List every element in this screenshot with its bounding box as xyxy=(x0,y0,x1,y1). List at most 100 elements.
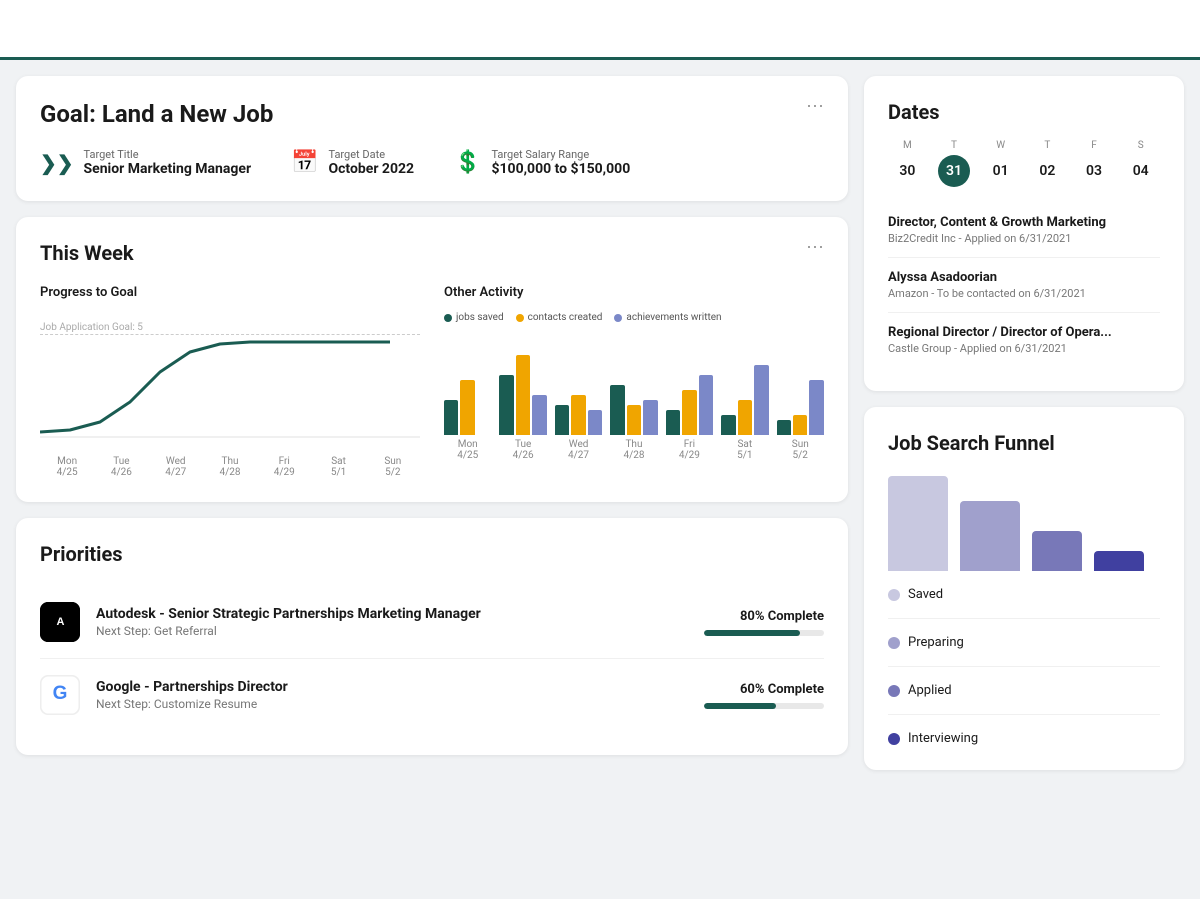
top-bar xyxy=(0,0,1200,60)
google-next-step: Next Step: Customize Resume xyxy=(96,697,688,711)
cal-day-fri: F 03 xyxy=(1075,140,1114,187)
funnel-legend: Saved Preparing Applied Interviewing xyxy=(888,587,1160,746)
target-title-item: ❯❯ Target Title Senior Marketing Manager xyxy=(40,148,251,177)
svg-text:G: G xyxy=(53,683,68,704)
bar-group-wed xyxy=(555,395,602,435)
cal-day-thu: T 02 xyxy=(1028,140,1067,187)
bar-mon-jobs xyxy=(444,400,458,435)
bar-sun-contacts xyxy=(793,415,807,435)
autodesk-progress-bar-fill xyxy=(704,630,800,636)
google-progress-label: 60% Complete xyxy=(704,682,824,697)
google-logo: G xyxy=(40,675,80,715)
x-label-wed: Wed4/27 xyxy=(149,456,203,478)
bar-tue-achievements xyxy=(532,395,546,435)
date-event-3: Regional Director / Director of Opera...… xyxy=(888,313,1160,367)
bar-group-mon xyxy=(444,380,491,435)
date-event-3-sub: Castle Group - Applied on 6/31/2021 xyxy=(888,342,1160,355)
achievements-dot xyxy=(614,314,622,322)
line-chart-x-labels: Mon4/25 Tue4/26 Wed4/27 Thu4/28 Fri4/29 … xyxy=(40,456,420,478)
bar-tue-jobs xyxy=(499,375,513,435)
achievements-label: achievements written xyxy=(626,312,721,323)
cal-day-wed: W 01 xyxy=(981,140,1020,187)
bar-x-mon: Mon4/25 xyxy=(444,439,491,461)
salary-icon: 💲 xyxy=(454,150,481,175)
google-progress-bar-bg xyxy=(704,703,824,709)
funnel-label-applied: Applied xyxy=(908,683,952,698)
funnel-title: Job Search Funnel xyxy=(888,431,1160,455)
target-salary-value: $100,000 to $150,000 xyxy=(491,161,630,177)
date-event-2: Alyssa Asadoorian Amazon - To be contact… xyxy=(888,258,1160,313)
jobs-saved-label: jobs saved xyxy=(456,312,504,323)
contacts-created-dot xyxy=(516,314,524,322)
bar-x-sat: Sat5/1 xyxy=(721,439,768,461)
date-event-2-title: Alyssa Asadoorian xyxy=(888,270,1160,285)
bar-thu-achievements xyxy=(643,400,657,435)
funnel-bar-interviewing xyxy=(1094,551,1144,571)
goal-dashed-line xyxy=(40,334,420,335)
bar-sun-achievements xyxy=(809,380,823,435)
funnel-legend-interviewing: Interviewing xyxy=(888,731,1160,746)
funnel-dot-preparing xyxy=(888,637,900,649)
date-event-1-sub: Biz2Credit Inc - Applied on 6/31/2021 xyxy=(888,232,1160,245)
funnel-legend-applied: Applied xyxy=(888,683,1160,698)
google-progress: 60% Complete xyxy=(704,682,824,709)
charts-row: Progress to Goal Job Application Goal: 5… xyxy=(40,285,824,478)
bar-wed-jobs xyxy=(555,405,569,435)
bar-fri-jobs xyxy=(666,410,680,435)
dates-card: Dates M 30 T 31 W 01 T 02 xyxy=(864,76,1184,391)
goal-meta: ❯❯ Target Title Senior Marketing Manager… xyxy=(40,148,824,177)
bar-wed-contacts xyxy=(571,395,585,435)
target-salary-item: 💲 Target Salary Range $100,000 to $150,0… xyxy=(454,148,630,177)
legend-contacts-created: contacts created xyxy=(516,312,603,323)
dates-title: Dates xyxy=(888,100,1160,124)
goal-card: Goal: Land a New Job ⋯ ❯❯ Target Title S… xyxy=(16,76,848,201)
priorities-title: Priorities xyxy=(40,542,824,566)
bar-chart-container xyxy=(444,335,824,435)
jobs-saved-dot xyxy=(444,314,452,322)
funnel-label-saved: Saved xyxy=(908,587,943,602)
x-label-sat: Sat5/1 xyxy=(311,456,365,478)
funnel-bars xyxy=(888,471,1160,571)
bar-thu-jobs xyxy=(610,385,624,435)
cal-day-tue[interactable]: T 31 xyxy=(935,140,974,187)
funnel-divider-2 xyxy=(888,666,1160,667)
target-date-label: Target Date xyxy=(328,148,414,161)
cal-day-sat: S 04 xyxy=(1121,140,1160,187)
x-label-fri: Fri4/29 xyxy=(257,456,311,478)
funnel-bar-applied xyxy=(1032,531,1082,571)
priority-item-autodesk: A Autodesk - Senior Strategic Partnershi… xyxy=(40,586,824,659)
autodesk-job-title: Autodesk - Senior Strategic Partnerships… xyxy=(96,606,688,622)
autodesk-progress-bar-bg xyxy=(704,630,824,636)
autodesk-progress: 80% Complete xyxy=(704,609,824,636)
target-title-label: Target Title xyxy=(84,148,252,161)
bar-fri-contacts xyxy=(682,390,696,435)
bar-group-fri xyxy=(666,375,713,435)
funnel-dot-saved xyxy=(888,589,900,601)
bar-x-wed: Wed4/27 xyxy=(555,439,602,461)
calendar-row: M 30 T 31 W 01 T 02 F 03 xyxy=(888,140,1160,187)
google-progress-bar-fill xyxy=(704,703,776,709)
goal-menu-button[interactable]: ⋯ xyxy=(806,96,824,117)
priority-item-google: G Google - Partnerships Director Next St… xyxy=(40,659,824,731)
goal-line-label: Job Application Goal: 5 xyxy=(40,322,143,333)
autodesk-next-step: Next Step: Get Referral xyxy=(96,624,688,638)
google-job-title: Google - Partnerships Director xyxy=(96,679,688,695)
chevron-right-icon: ❯❯ xyxy=(40,151,74,175)
legend-achievements: achievements written xyxy=(614,312,721,323)
svg-text:A: A xyxy=(57,616,65,628)
bar-sat-jobs xyxy=(721,415,735,435)
bar-x-tue: Tue4/26 xyxy=(499,439,546,461)
bar-sat-contacts xyxy=(738,400,752,435)
date-event-1-title: Director, Content & Growth Marketing xyxy=(888,215,1160,230)
this-week-card: This Week ⋯ Progress to Goal Job Applica… xyxy=(16,217,848,502)
funnel-legend-saved: Saved xyxy=(888,587,1160,602)
funnel-legend-preparing: Preparing xyxy=(888,635,1160,650)
bar-fri-achievements xyxy=(699,375,713,435)
funnel-divider-3 xyxy=(888,714,1160,715)
funnel-card: Job Search Funnel Saved Preparing xyxy=(864,407,1184,770)
autodesk-info: Autodesk - Senior Strategic Partnerships… xyxy=(96,606,688,638)
week-menu-button[interactable]: ⋯ xyxy=(806,237,824,258)
bar-mon-contacts xyxy=(460,380,474,435)
calendar-icon: 📅 xyxy=(291,150,318,175)
bar-x-fri: Fri4/29 xyxy=(666,439,713,461)
